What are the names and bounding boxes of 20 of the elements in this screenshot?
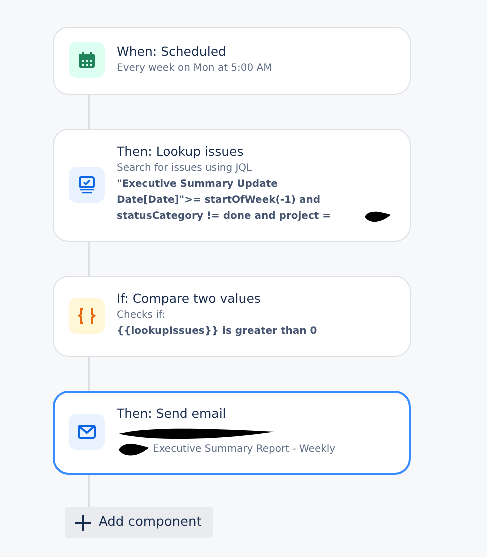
step-card[interactable]: Then: Send email Executive Summary Report - Weekly	[53, 391, 411, 475]
step-description: Checks if:	[117, 309, 166, 323]
step-title: If: Compare two values	[117, 291, 262, 306]
step-card[interactable]: When: Scheduled Every week on Mon at 5:00 AM	[53, 27, 411, 95]
step-detail: "Executive Summary Update Date[Date]">= startOfWeek(-1) and statusCategory != done and project =	[117, 178, 332, 224]
calendar-icon	[78, 51, 96, 69]
step-description: Executive Summary Report - Weekly	[153, 443, 336, 457]
step-title: Then: Send email	[117, 406, 228, 421]
step-title: When: Scheduled	[117, 44, 228, 58]
step-description: Search for issues using JQL	[117, 162, 254, 176]
step-card[interactable]: Then: Lookup issues Search for issues using JQL "Executive Summary Update Date[Date]">= startOfWeek(-1) and statusCategory != done and project =	[53, 129, 411, 242]
step-card[interactable]: If: Compare two values Checks if: {{lookupIssues}} is greater than 0	[53, 276, 411, 357]
step-description: Every week on Mon at 5:00 AM	[117, 62, 272, 76]
envelope-icon	[78, 425, 96, 439]
plus-icon	[75, 514, 91, 530]
step-detail: {{lookupIssues}} is greater than 0	[117, 325, 318, 339]
step-title: Then: Lookup issues	[117, 144, 245, 159]
monitor-icon	[78, 176, 96, 194]
braces-icon	[77, 306, 97, 324]
add-component-button[interactable]: Add component	[65, 507, 213, 538]
